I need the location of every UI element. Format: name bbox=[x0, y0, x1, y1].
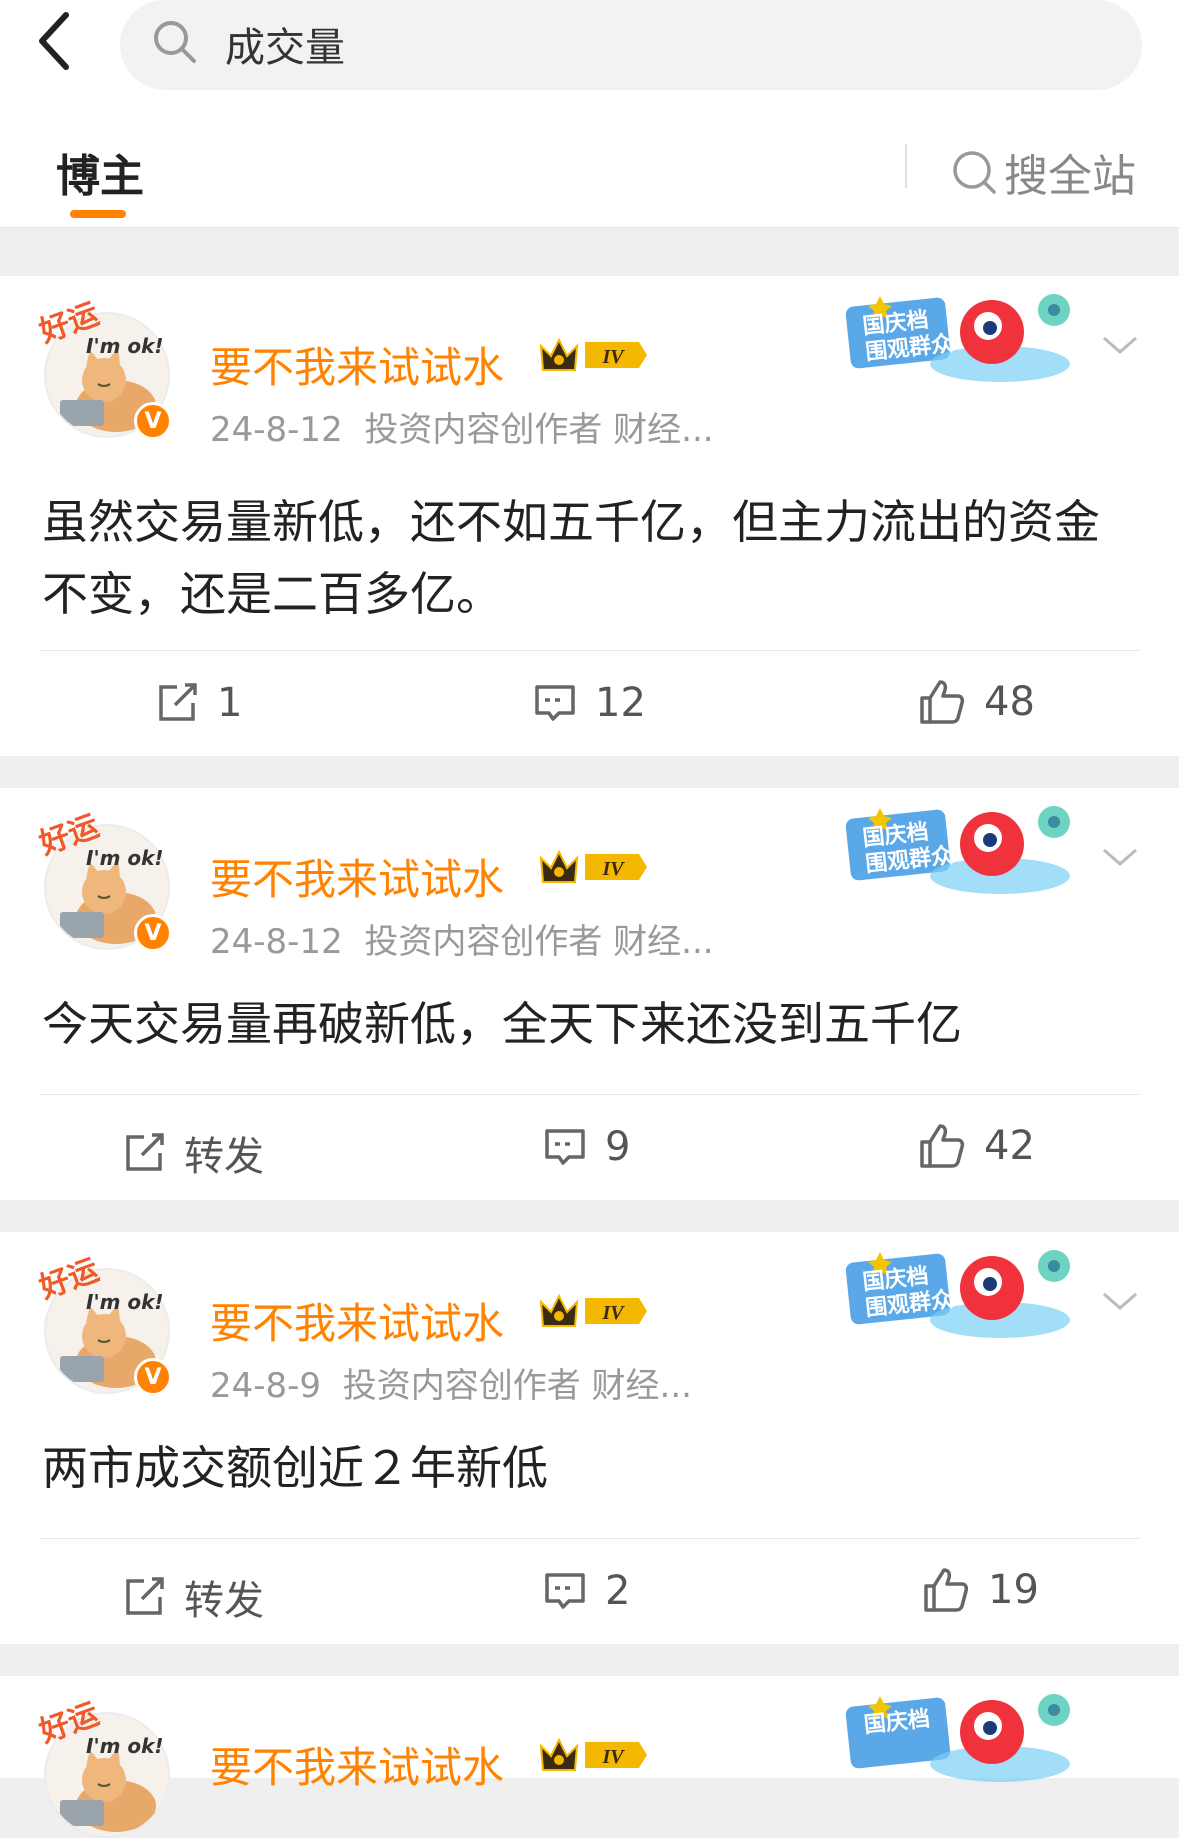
post-card[interactable]: 好运 I'm ok! V 要不我来试试水 IV 24-8-12 投资内容创作者 … bbox=[0, 276, 1179, 756]
tab-bloggers[interactable]: 博主 bbox=[56, 140, 144, 204]
vip-badge[interactable]: IV bbox=[535, 844, 650, 890]
like-button[interactable]: 48 bbox=[918, 678, 1035, 726]
repost-button[interactable]: 转发 bbox=[122, 1568, 264, 1626]
username[interactable]: 要不我来试试水 bbox=[210, 846, 504, 907]
avatar-caption: I'm ok! bbox=[86, 1290, 164, 1314]
top-bar: 成交量 博主 搜全站 bbox=[0, 0, 1179, 228]
chevron-down-icon bbox=[1103, 336, 1137, 354]
post-actions: 转发 9 42 bbox=[0, 1100, 1179, 1200]
crown-icon: IV bbox=[539, 1737, 647, 1771]
comment-button[interactable]: 12 bbox=[533, 680, 646, 726]
more-button[interactable] bbox=[1100, 842, 1140, 872]
avatar-caption: I'm ok! bbox=[86, 846, 164, 870]
avatar[interactable]: 好运 I'm ok! V bbox=[35, 809, 178, 952]
avatar[interactable]: 好运 I'm ok! V bbox=[35, 297, 178, 440]
username[interactable]: 要不我来试试水 bbox=[210, 1734, 504, 1795]
post-meta: 24-8-9 投资内容创作者 财经... bbox=[210, 1358, 692, 1407]
comment-button[interactable]: 2 bbox=[543, 1568, 630, 1614]
vip-badge[interactable]: IV bbox=[535, 332, 650, 378]
verified-badge: V bbox=[134, 1358, 172, 1396]
crown-icon: IV bbox=[539, 337, 647, 371]
chevron-down-icon bbox=[1103, 848, 1137, 866]
avatar-caption: I'm ok! bbox=[86, 334, 164, 358]
post-card[interactable]: 好运 I'm ok! V 要不我来试试水 IV 24-8-12 投资内容创作者 … bbox=[0, 788, 1179, 1200]
crown-icon: IV bbox=[539, 1293, 647, 1327]
tab-active-indicator bbox=[70, 210, 126, 218]
avatar-caption: I'm ok! bbox=[86, 1734, 164, 1758]
promo-sticker[interactable]: 国庆档 围观群众 bbox=[840, 284, 1085, 394]
post-date: 24-8-9 bbox=[210, 1366, 322, 1406]
author-tag: 投资内容创作者 财经... bbox=[364, 922, 714, 962]
post-text[interactable]: 今天交易量再破新低，全天下来还没到五千亿 bbox=[42, 988, 1142, 1060]
repost-count: 1 bbox=[217, 680, 243, 726]
vip-badge[interactable]: IV bbox=[535, 1288, 650, 1334]
like-button[interactable]: 42 bbox=[918, 1122, 1035, 1170]
repost-icon bbox=[126, 1577, 164, 1615]
post-date: 24-8-12 bbox=[210, 410, 343, 450]
post-date: 24-8-12 bbox=[210, 922, 343, 962]
vip-level: IV bbox=[601, 1302, 625, 1324]
like-icon bbox=[920, 680, 965, 724]
post-actions: 转发 2 19 bbox=[0, 1544, 1179, 1644]
post-meta: 24-8-12 投资内容创作者 财经... bbox=[210, 914, 714, 963]
comment-count: 12 bbox=[595, 680, 646, 726]
divider bbox=[40, 1538, 1140, 1539]
post-text[interactable]: 虽然交易量新低，还不如五千亿，但主力流出的资金不变，还是二百多亿。 bbox=[42, 486, 1142, 630]
comment-button[interactable]: 9 bbox=[543, 1124, 630, 1170]
repost-icon bbox=[159, 683, 197, 721]
more-button[interactable] bbox=[1100, 330, 1140, 360]
search-icon bbox=[154, 21, 196, 63]
promo-sticker[interactable]: 国庆档 围观群众 bbox=[840, 796, 1085, 906]
author-tag: 投资内容创作者 财经... bbox=[364, 410, 714, 450]
vip-badge[interactable]: IV bbox=[535, 1732, 650, 1778]
comment-icon bbox=[535, 685, 575, 721]
divider bbox=[0, 227, 1179, 228]
like-count: 42 bbox=[984, 1123, 1035, 1169]
site-search-label: 搜全站 bbox=[1004, 151, 1136, 202]
repost-icon bbox=[126, 1133, 164, 1171]
divider bbox=[40, 1094, 1140, 1095]
vip-level: IV bbox=[601, 1746, 625, 1768]
post-card[interactable]: 好运 I'm ok! 要不我来试试水 IV 国庆档 bbox=[0, 1676, 1179, 1838]
vip-level: IV bbox=[601, 858, 625, 880]
search-icon bbox=[953, 151, 996, 194]
comment-icon bbox=[545, 1573, 585, 1609]
author-tag: 投资内容创作者 财经... bbox=[342, 1366, 692, 1406]
username[interactable]: 要不我来试试水 bbox=[210, 1290, 504, 1351]
search-query[interactable]: 成交量 bbox=[225, 15, 345, 73]
post-meta: 24-8-12 投资内容创作者 财经... bbox=[210, 402, 714, 451]
post-card[interactable]: 好运 I'm ok! V 要不我来试试水 IV 24-8-9 投资内容创作者 财… bbox=[0, 1232, 1179, 1644]
like-button[interactable]: 19 bbox=[922, 1566, 1039, 1614]
repost-button[interactable]: 转发 bbox=[122, 1124, 264, 1182]
more-button[interactable] bbox=[1100, 1286, 1140, 1316]
post-text[interactable]: 两市成交额创近２年新低 bbox=[42, 1432, 1142, 1504]
search-bar[interactable]: 成交量 bbox=[120, 0, 1142, 90]
like-icon bbox=[920, 1124, 965, 1168]
site-search-button[interactable]: 搜全站 bbox=[950, 140, 1136, 204]
tab-divider bbox=[905, 144, 907, 188]
like-count: 19 bbox=[988, 1567, 1039, 1613]
avatar[interactable]: 好运 I'm ok! V bbox=[35, 1253, 178, 1396]
avatar[interactable]: 好运 I'm ok! bbox=[35, 1697, 178, 1838]
repost-count: 转发 bbox=[184, 1134, 264, 1180]
crown-icon: IV bbox=[539, 849, 647, 883]
divider bbox=[40, 650, 1140, 651]
username[interactable]: 要不我来试试水 bbox=[210, 334, 504, 395]
verified-badge: V bbox=[134, 914, 172, 952]
verified-badge: V bbox=[134, 402, 172, 440]
vip-level: IV bbox=[601, 346, 625, 368]
promo-sticker[interactable]: 国庆档 围观群众 bbox=[840, 1240, 1085, 1350]
chevron-left-icon bbox=[39, 12, 69, 70]
chevron-down-icon bbox=[1103, 1292, 1137, 1310]
repost-count: 转发 bbox=[184, 1578, 264, 1624]
back-button[interactable] bbox=[30, 6, 78, 76]
comment-count: 2 bbox=[605, 1568, 631, 1614]
post-actions: 1 12 48 bbox=[0, 656, 1179, 756]
comment-icon bbox=[545, 1129, 585, 1165]
repost-button[interactable]: 1 bbox=[155, 680, 242, 726]
like-count: 48 bbox=[984, 679, 1035, 725]
comment-count: 9 bbox=[605, 1124, 631, 1170]
like-icon bbox=[924, 1568, 969, 1612]
